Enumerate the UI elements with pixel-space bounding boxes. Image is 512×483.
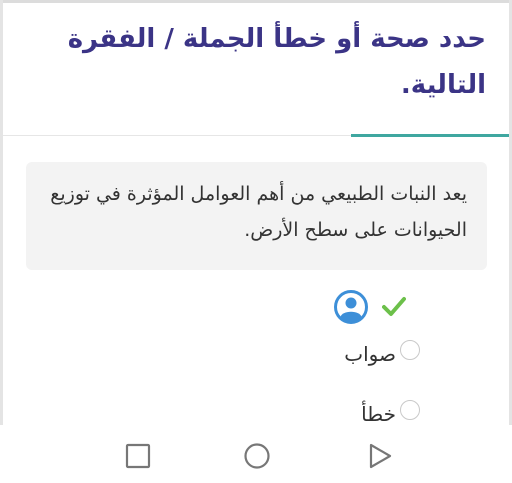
circle-icon[interactable]	[242, 441, 272, 471]
question-card: يعد النبات الطبيعي من أهم العوامل المؤثر…	[26, 162, 487, 270]
question-title: حدد صحة أو خطأ الجملة / الفقرة التالية.	[67, 24, 486, 100]
system-nav-bar	[0, 425, 512, 483]
option-false-radio[interactable]	[400, 400, 420, 420]
triangle-icon[interactable]	[365, 441, 395, 471]
user-avatar-icon	[334, 290, 368, 324]
option-true-label: صواب	[344, 342, 396, 366]
answer-status	[334, 290, 414, 324]
option-true-radio[interactable]	[400, 340, 420, 360]
screen-border-left	[0, 0, 3, 483]
square-icon[interactable]	[123, 441, 153, 471]
section-divider-accent	[351, 134, 509, 137]
checkmark-icon	[382, 297, 406, 316]
option-true[interactable]: صواب	[320, 334, 420, 368]
question-statement: يعد النبات الطبيعي من أهم العوامل المؤثر…	[50, 183, 467, 241]
option-false-label: خطأ	[361, 402, 396, 426]
option-false[interactable]: خطأ	[340, 394, 420, 428]
screen-border-top	[0, 0, 512, 3]
